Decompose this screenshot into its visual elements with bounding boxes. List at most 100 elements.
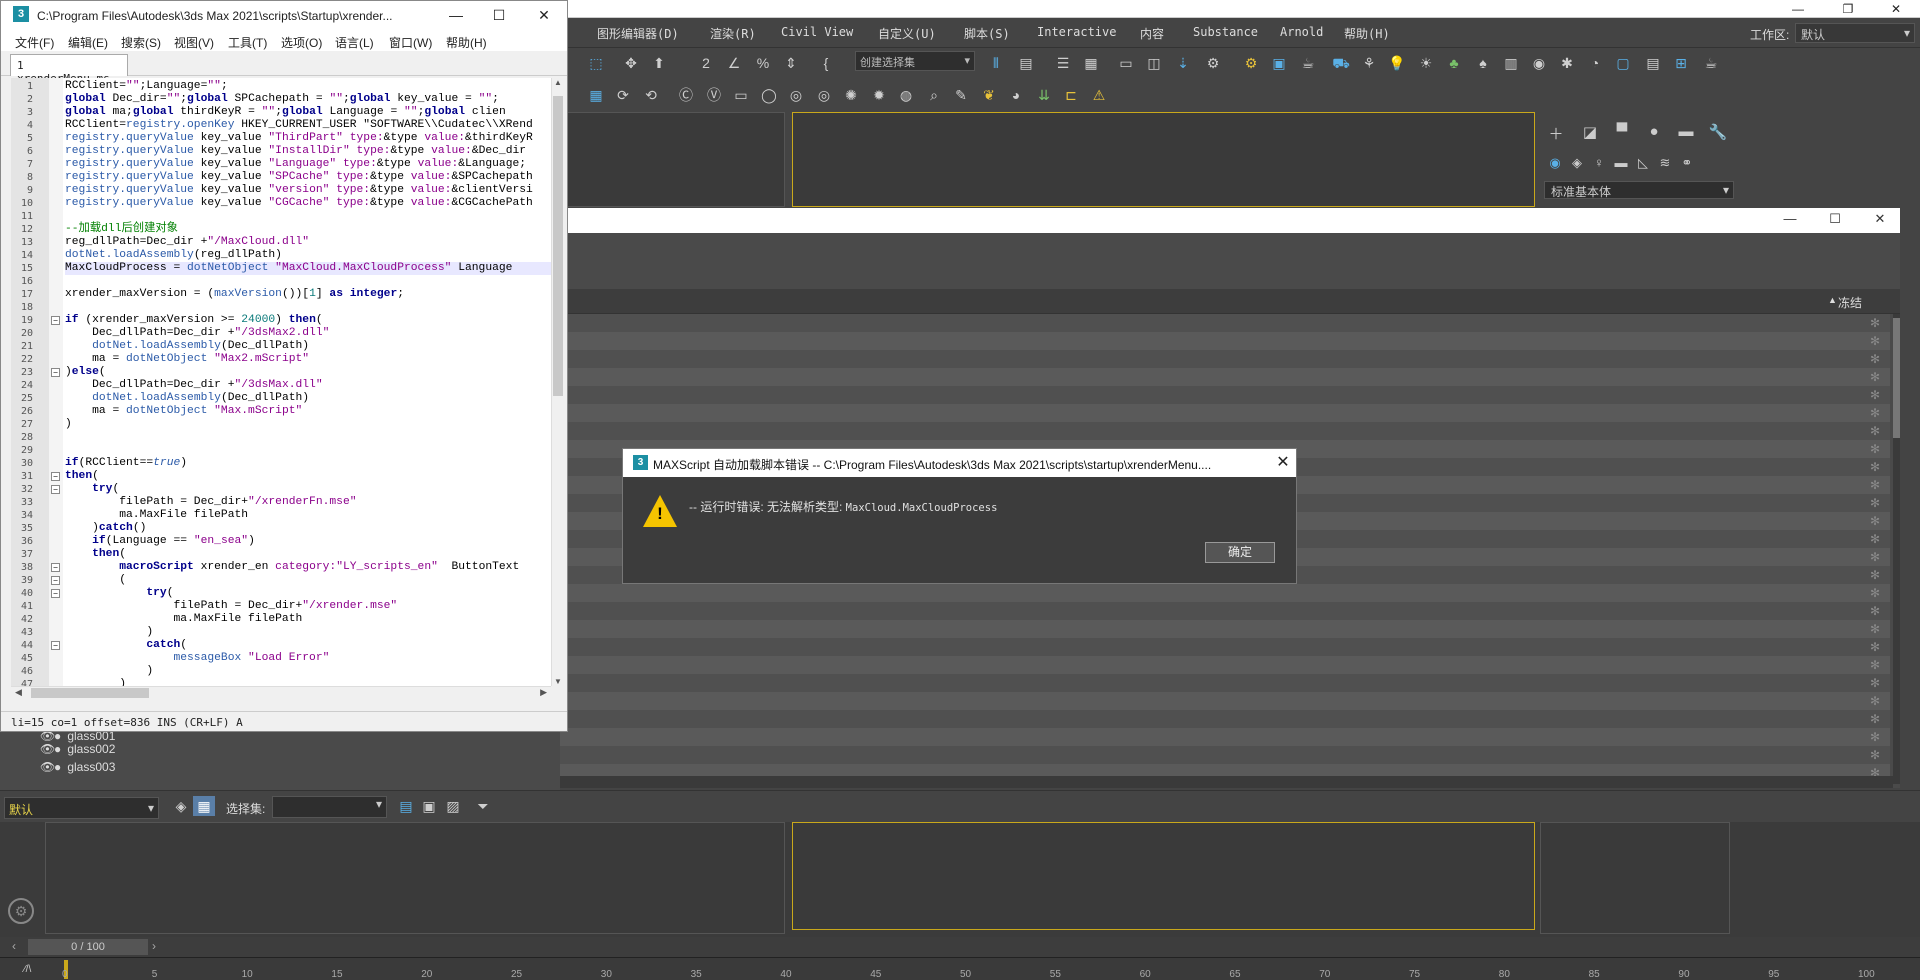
fold-toggle-icon[interactable]: − xyxy=(51,563,60,572)
freeze-icon[interactable]: ✻ xyxy=(1870,622,1880,636)
edit-named-selection-icon[interactable]: { xyxy=(815,53,837,73)
list-item[interactable]: ✻ xyxy=(560,602,1890,620)
eye-icon[interactable]: 👁 xyxy=(40,742,55,756)
code-line[interactable]: filePath = Dec_dir+"/xrenderFn.mse" xyxy=(65,496,356,509)
wheel-icon[interactable]: ✺ xyxy=(840,85,862,105)
menu-scripting[interactable]: 脚本(S) xyxy=(964,25,1010,42)
code-line[interactable]: messageBox "Load Error" xyxy=(65,652,329,665)
globe-icon[interactable]: ◉ xyxy=(1528,53,1550,73)
freeze-icon[interactable]: ✻ xyxy=(1870,352,1880,366)
object-type-dropdown[interactable]: 标准基本体 ▾ xyxy=(1544,181,1734,199)
shapes-icon[interactable]: ◈ xyxy=(1566,155,1588,175)
code-line[interactable]: ma = dotNetObject "Max2.mScript" xyxy=(65,353,309,366)
tree-icon[interactable]: ♣ xyxy=(1443,53,1465,73)
code-line[interactable]: ) xyxy=(65,665,153,678)
list-item[interactable]: ✻ xyxy=(560,332,1890,350)
minimize-icon[interactable]: — xyxy=(1775,211,1805,226)
move-icon[interactable]: ✥ xyxy=(620,53,642,73)
menu-graph-editors[interactable]: 图形编辑器(D) xyxy=(597,25,679,42)
list-item[interactable]: ✻ xyxy=(560,674,1890,692)
grid-icon[interactable]: ⊞ xyxy=(1670,53,1692,73)
list-item[interactable]: ✻ xyxy=(560,404,1890,422)
curve-editor-icon[interactable]: ◫ xyxy=(1143,53,1165,73)
hierarchy-tab-icon[interactable]: ▀ xyxy=(1610,123,1634,143)
helpers-icon[interactable]: ◺ xyxy=(1632,155,1654,175)
layers-icon[interactable]: ◈ xyxy=(170,796,192,816)
code-line[interactable]: ) xyxy=(65,626,153,639)
code-line[interactable]: ) xyxy=(65,418,72,431)
mirror-icon[interactable]: ⫴ xyxy=(985,53,1007,73)
code-line[interactable]: registry.queryValue key_value "Language"… xyxy=(65,158,526,171)
menu-content[interactable]: 内容 xyxy=(1140,25,1164,42)
list-item[interactable]: ✻ xyxy=(560,692,1890,710)
fold-toggle-icon[interactable]: − xyxy=(51,576,60,585)
viewport-top-left[interactable] xyxy=(560,112,785,207)
scene-explorer-hscrollbar[interactable] xyxy=(560,776,1893,788)
menu-customize[interactable]: 自定义(U) xyxy=(878,25,936,42)
space-warps-icon[interactable]: ≋ xyxy=(1654,155,1676,175)
freeze-icon[interactable]: ✻ xyxy=(1870,712,1880,726)
search-icon[interactable]: ⌕ xyxy=(923,85,945,105)
code-line[interactable]: if (xrender_maxVersion >= 24000) then( xyxy=(65,314,323,327)
code-line[interactable]: registry.queryValue key_value "ThirdPart… xyxy=(65,132,533,145)
freeze-icon[interactable]: ✻ xyxy=(1870,676,1880,690)
list-item[interactable]: ✻ xyxy=(560,350,1890,368)
list-item[interactable]: ✻ xyxy=(560,728,1890,746)
code-editor[interactable]: 1 2 3 4 5 6 7 8 9 10 11 12 13 14 15 16 17 18 19 20 21 22 23 24 2… xyxy=(11,78,551,686)
menu-rendering[interactable]: 渲染(R) xyxy=(710,25,756,42)
code-line[interactable]: macroScript xrender_en category:"LY_scri… xyxy=(65,561,519,574)
editor-menu-edit[interactable]: 编辑(E) xyxy=(68,34,108,51)
freeze-icon[interactable]: ✻ xyxy=(1870,460,1880,474)
editor-hscroll-thumb[interactable] xyxy=(31,688,149,698)
schematic-view-icon[interactable]: ⇣ xyxy=(1172,53,1194,73)
freeze-icon[interactable]: ✻ xyxy=(1870,388,1880,402)
code-line[interactable]: )else( xyxy=(65,366,106,379)
code-line[interactable]: Dec_dllPath=Dec_dir +"/3dsMax.dll" xyxy=(65,379,323,392)
fold-toggle-icon[interactable]: − xyxy=(51,589,60,598)
render-icon[interactable]: ⛟ xyxy=(1330,53,1352,73)
code-line[interactable]: Dec_dllPath=Dec_dir +"/3dsMax2.dll" xyxy=(65,327,329,340)
list-item[interactable]: ✻ xyxy=(560,710,1890,728)
editor-menu-view[interactable]: 视图(V) xyxy=(174,34,214,51)
render-production-icon[interactable]: ☕ xyxy=(1297,53,1319,73)
editor-menu-language[interactable]: 语言(L) xyxy=(335,34,374,51)
copyright-icon[interactable]: Ⓒ xyxy=(675,85,697,105)
chevron-right-icon[interactable]: › xyxy=(152,939,156,953)
code-line[interactable]: registry.queryValue key_value "SPCache" … xyxy=(65,171,533,184)
list-item[interactable]: ✻ xyxy=(560,746,1890,764)
rendered-frame-icon[interactable]: ▣ xyxy=(1268,53,1290,73)
list-item[interactable]: 👁● glass002 xyxy=(40,742,115,760)
editor-vscroll-thumb[interactable] xyxy=(553,96,563,396)
code-line[interactable]: then( xyxy=(65,470,99,483)
time-slider[interactable]: 0 / 100 xyxy=(28,939,148,955)
panel-icon[interactable]: ▢ xyxy=(1612,53,1634,73)
viewport-bottom-right[interactable] xyxy=(792,822,1535,930)
editor-menu-tools[interactable]: 工具(T) xyxy=(228,34,267,51)
freeze-icon[interactable]: ✻ xyxy=(1870,478,1880,492)
code-line[interactable]: dotNet.loadAssembly(reg_dllPath) xyxy=(65,249,282,262)
menu-arnold[interactable]: Arnold xyxy=(1280,25,1323,39)
tree-outline-icon[interactable]: ♠ xyxy=(1472,53,1494,73)
toggle-ribbon-icon[interactable]: ▭ xyxy=(1115,53,1137,73)
cameras-icon[interactable]: ▬ xyxy=(1610,155,1632,175)
edit-selection-icon[interactable]: ▤ xyxy=(395,796,417,816)
teapot-icon[interactable]: ☕ xyxy=(1700,53,1722,73)
freeze-icon[interactable]: ✻ xyxy=(1870,442,1880,456)
code-line[interactable]: try( xyxy=(65,483,119,496)
code-line[interactable]: ( xyxy=(65,574,126,587)
create-tab-icon[interactable]: ＋ xyxy=(1544,123,1568,143)
editor-menu-window[interactable]: 窗口(W) xyxy=(389,34,432,51)
code-line[interactable]: RCClient="";Language=""; xyxy=(65,80,228,93)
close-icon[interactable]: ✕ xyxy=(529,7,559,24)
balloons-icon[interactable]: ❦ xyxy=(978,85,1000,105)
freeze-icon[interactable]: ✻ xyxy=(1870,640,1880,654)
code-line[interactable]: global ma;global thirdKeyR = "";global L… xyxy=(65,106,506,119)
percent-snap-icon[interactable]: % xyxy=(752,53,774,73)
spinner-snap-icon[interactable]: ⇕ xyxy=(780,53,802,73)
freeze-icon[interactable]: ✻ xyxy=(1870,496,1880,510)
systems-icon[interactable]: ⚭ xyxy=(1676,155,1698,175)
scene-explorer-icon[interactable]: ☰ xyxy=(1052,53,1074,73)
rotate-icon[interactable]: ⬆ xyxy=(648,53,670,73)
filter-icon[interactable]: ⏷ xyxy=(472,796,494,816)
snap-toggle-icon[interactable]: 2 xyxy=(695,53,717,73)
